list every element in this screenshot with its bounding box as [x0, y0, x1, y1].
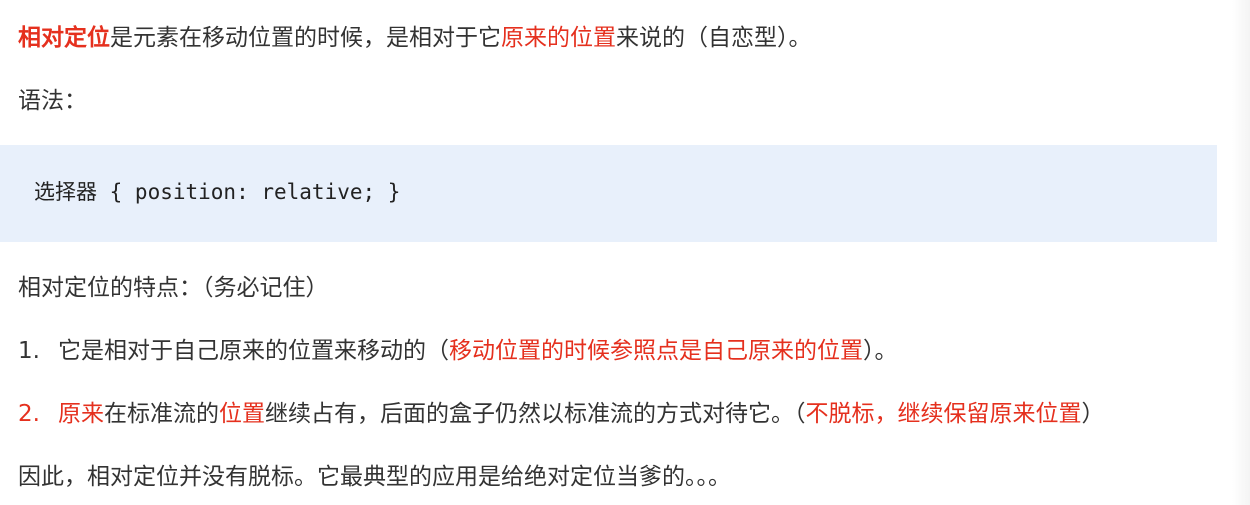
feature-1-text: 它是相对于自己原来的位置来移动的（ [58, 338, 449, 364]
intro-text-2: 来说的（自恋型）。 [616, 25, 812, 51]
conclusion-text: 因此，相对定位并没有脱标。它最典型的应用是给绝对定位当爹的。。。 [18, 464, 731, 490]
term-relative-positioning: 相对定位 [18, 25, 110, 51]
feature-2-highlight-2: 位置 [219, 401, 265, 427]
feature-2-text-2: 继续占有，后面的盒子仍然以标准流的方式对待它。（ [265, 401, 806, 427]
intro-highlight: 原来的位置 [501, 25, 616, 51]
feature-2-highlight-1: 原来 [58, 401, 104, 427]
feature-1-highlight: 移动位置的时候参照点是自己原来的位置 [449, 338, 863, 364]
page-edge [1232, 0, 1250, 505]
feature-2-highlight-3: 不脱标，继续保留原来位置 [805, 401, 1082, 427]
code-block: 选择器 { position: relative; } [0, 145, 1217, 242]
feature-1-end: ）。 [863, 338, 898, 364]
intro-paragraph: 相对定位是元素在移动位置的时候，是相对于它原来的位置来说的（自恋型）。 [18, 23, 812, 53]
feature-2-text-1: 在标准流的 [104, 401, 219, 427]
feature-item-1: 1. 它是相对于自己原来的位置来移动的（移动位置的时候参照点是自己原来的位置）。 [18, 336, 898, 366]
intro-text-1: 是元素在移动位置的时候，是相对于它 [110, 25, 501, 51]
feature-number-2: 2. [18, 401, 40, 427]
feature-number-1: 1. [18, 338, 40, 364]
features-heading: 相对定位的特点：（务必记住） [18, 275, 329, 301]
feature-2-end: ） [1081, 401, 1105, 427]
syntax-label: 语法： [18, 88, 87, 114]
feature-item-2: 2. 原来在标准流的位置继续占有，后面的盒子仍然以标准流的方式对待它。（不脱标，继… [18, 399, 1105, 429]
code-snippet: 选择器 { position: relative; } [34, 180, 401, 204]
